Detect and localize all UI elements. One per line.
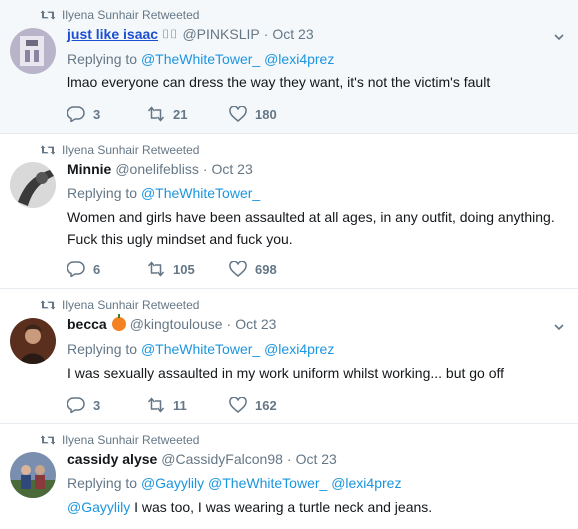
heart-icon [229,261,247,277]
reply-icon [67,397,85,413]
mention-link[interactable]: @Gayylily [67,499,130,515]
avatar[interactable] [10,28,56,74]
reply-icon [67,106,85,122]
chevron-down-icon[interactable] [552,320,566,334]
tweet-actions: 3 21 180 [67,106,309,122]
retweeted-by: Ilyena Sunhair Retweeted [40,6,199,24]
reply-button[interactable]: 3 [67,397,147,413]
tweet[interactable]: Ilyena Sunhair Retweeted becca @kingtoul… [0,290,578,424]
display-name[interactable]: becca [67,316,107,332]
retweet-count: 21 [173,106,188,122]
tweet-text: @Gayylily I was too, I was wearing a tur… [67,496,567,518]
mention-link[interactable]: @TheWhiteTower_ [208,475,327,491]
mention-link[interactable]: @lexi4prez [264,51,334,67]
reply-count: 3 [93,397,101,413]
like-count: 162 [255,397,277,413]
timestamp[interactable]: Oct 23 [272,26,313,42]
replying-to-label: Replying to [67,475,138,491]
tweet-header: cassidy alyse @CassidyFalcon98 · Oct 23 [67,451,337,467]
mention-link[interactable]: @TheWhiteTower_ [141,185,260,201]
tweet-actions: 3 11 162 [67,397,309,413]
handle[interactable]: @CassidyFalcon98 [161,451,283,467]
replying-to: Replying to @TheWhiteTower_ @lexi4prez [67,51,334,67]
pumpkin-icon [111,314,126,331]
avatar[interactable] [10,162,56,208]
avatar[interactable] [10,452,56,498]
retweeted-by: Ilyena Sunhair Retweeted [40,296,199,314]
handle[interactable]: @onelifebliss [115,161,198,177]
retweet-icon [147,106,165,122]
retweet-icon [40,435,56,445]
tweet-actions: 6 105 698 [67,261,309,277]
tweet-header: Minnie @onelifebliss · Oct 23 [67,161,253,177]
tweet-header: just like isaac ⌷⌷ @PINKSLIP · Oct 23 [67,26,314,42]
reply-count: 6 [93,261,101,277]
tweet-text-body: I was too, I was wearing a turtle neck a… [130,499,433,515]
replying-to: Replying to @TheWhiteTower_ @lexi4prez [67,341,334,357]
tweet[interactable]: Ilyena Sunhair Retweeted just like isaac… [0,0,578,134]
heart-icon [229,397,247,413]
tweet-text: Women and girls have been assaulted at a… [67,209,555,247]
retweeted-by: Ilyena Sunhair Retweeted [40,141,199,159]
name-emoji: ⌷⌷ [162,26,179,41]
like-count: 180 [255,106,277,122]
retweet-icon [40,10,56,20]
retweeted-by: Ilyena Sunhair Retweeted [40,431,199,449]
mention-link[interactable]: @TheWhiteTower_ [141,341,260,357]
tweet-text: I was sexually assaulted in my work unif… [67,365,505,381]
replying-to-label: Replying to [67,185,138,201]
retweet-icon [147,261,165,277]
tweet[interactable]: Ilyena Sunhair Retweeted cassidy alyse @… [0,425,578,529]
handle[interactable]: @kingtoulouse [130,316,223,332]
retweet-button[interactable]: 105 [147,261,229,277]
replying-to-label: Replying to [67,51,138,67]
retweet-button[interactable]: 21 [147,106,229,122]
tweet-text: lmao everyone can dress the way they wan… [67,74,491,90]
retweeted-by-text: Ilyena Sunhair Retweeted [62,8,200,22]
reply-button[interactable]: 3 [67,106,147,122]
like-button[interactable]: 180 [229,106,309,122]
timestamp[interactable]: Oct 23 [212,161,253,177]
replying-to-label: Replying to [67,341,138,357]
retweet-button[interactable]: 11 [147,397,229,413]
heart-icon [229,106,247,122]
reply-icon [67,261,85,277]
retweeted-by-text: Ilyena Sunhair Retweeted [62,143,200,157]
retweet-count: 105 [173,261,195,277]
replying-to: Replying to @TheWhiteTower_ [67,185,260,201]
display-name[interactable]: cassidy alyse [67,451,157,467]
retweet-icon [147,397,165,413]
retweet-icon [40,300,56,310]
mention-link[interactable]: @lexi4prez [331,475,401,491]
reply-button[interactable]: 6 [67,261,147,277]
chevron-down-icon[interactable] [552,30,566,44]
retweet-count: 11 [173,397,187,413]
reply-count: 3 [93,106,101,122]
handle[interactable]: @PINKSLIP [182,26,259,42]
replying-to: Replying to @Gayylily @TheWhiteTower_ @l… [67,475,401,491]
tweet[interactable]: Ilyena Sunhair Retweeted Minnie @onelife… [0,135,578,289]
separator-dot: · [286,451,292,467]
mention-link[interactable]: @lexi4prez [264,341,334,357]
display-name[interactable]: Minnie [67,161,111,177]
like-button[interactable]: 698 [229,261,309,277]
separator-dot: · [226,316,232,332]
timeline: Ilyena Sunhair Retweeted just like isaac… [0,0,578,529]
like-button[interactable]: 162 [229,397,309,413]
mention-link[interactable]: @TheWhiteTower_ [141,51,260,67]
retweeted-by-text: Ilyena Sunhair Retweeted [62,433,200,447]
display-name[interactable]: just like isaac [67,26,158,42]
like-count: 698 [255,261,277,277]
avatar[interactable] [10,318,56,364]
mention-link[interactable]: @Gayylily [141,475,204,491]
separator-dot: · [202,161,208,177]
timestamp[interactable]: Oct 23 [235,316,276,332]
timestamp[interactable]: Oct 23 [296,451,337,467]
tweet-header: becca @kingtoulouse · Oct 23 [67,314,276,332]
retweet-icon [40,145,56,155]
separator-dot: · [263,26,269,42]
retweeted-by-text: Ilyena Sunhair Retweeted [62,298,200,312]
